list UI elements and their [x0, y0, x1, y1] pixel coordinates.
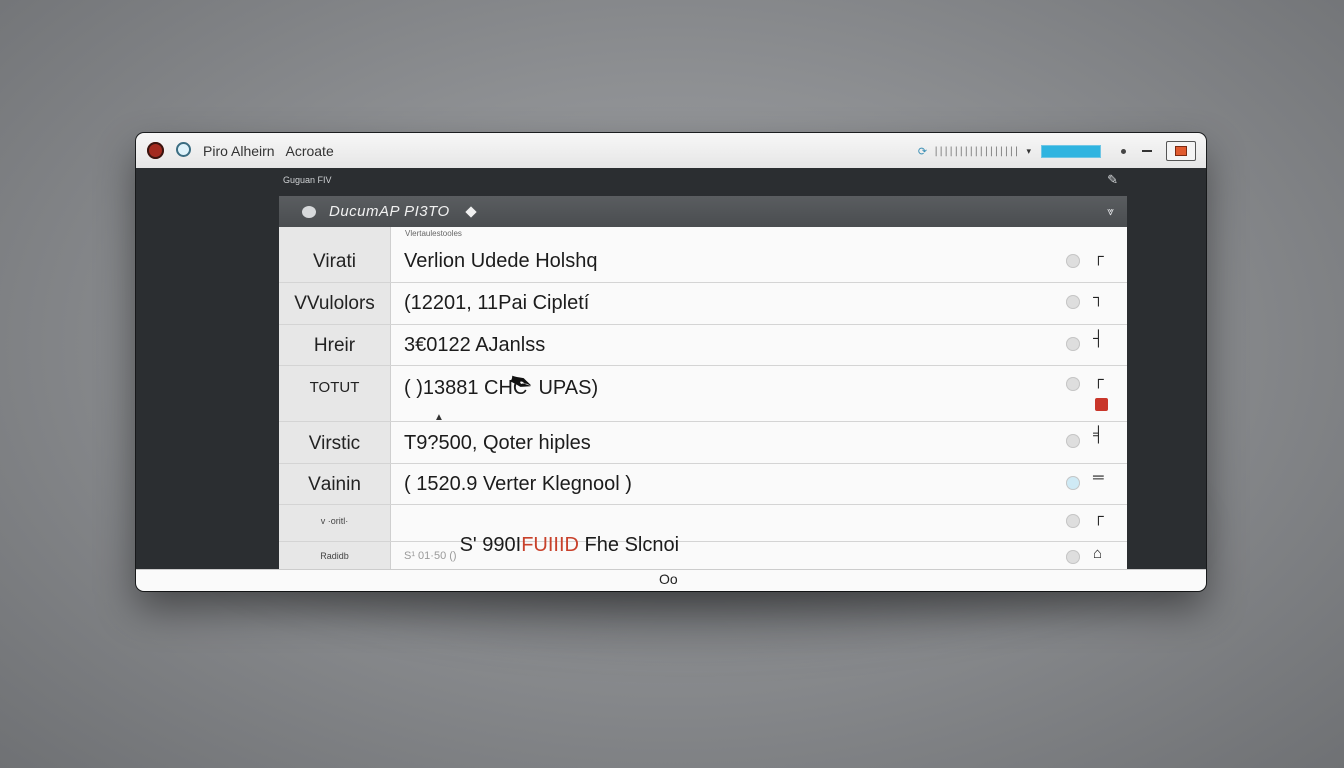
- flag-icon[interactable]: ┤: [1093, 330, 1104, 347]
- titlebar-controls: ⟳ ||||||||||||||||| ▾: [918, 140, 1196, 162]
- status-circle-icon[interactable]: [1066, 337, 1080, 351]
- dropdown-caret-icon[interactable]: ▾: [1026, 146, 1031, 157]
- breadcrumb[interactable]: Guguan FIV: [283, 175, 332, 185]
- chevron-down-icon[interactable]: ⩔: [1107, 204, 1114, 219]
- row-label: Hreir: [313, 335, 356, 356]
- row-label: Radidb: [320, 551, 349, 561]
- status-bar: Oo: [136, 569, 1206, 591]
- level-gauge: |||||||||||||||||: [933, 145, 1019, 157]
- flag-icon[interactable]: ┐: [1093, 289, 1104, 306]
- maximize-icon: [1175, 146, 1187, 156]
- minimize-button[interactable]: [176, 142, 191, 157]
- row-label: Virati: [313, 251, 356, 272]
- status-circle-icon[interactable]: [1066, 476, 1080, 490]
- title-bar: Piro Alheirn Acroate ⟳ |||||||||||||||||…: [136, 133, 1206, 169]
- table-row[interactable]: TOTUT ( )13881 CHC UPAS) ✒ ▲ ┌: [279, 364, 1127, 423]
- row-value: ( )13881 CHC UPAS): [404, 377, 599, 399]
- alert-badge[interactable]: [1095, 398, 1108, 411]
- flag-icon[interactable]: ═: [1093, 469, 1104, 486]
- lock-icon[interactable]: ⌂: [1093, 545, 1102, 562]
- table-row[interactable]: v ·oritl· S' 990IFUIIID Fhe Slcnoi ┌: [279, 505, 1127, 556]
- column-subheader: Vlertaulestooles: [405, 229, 462, 238]
- maximize-button[interactable]: [1166, 141, 1196, 161]
- table-row[interactable]: VVulolors (12201, 11Pai Cipletí ┐: [279, 283, 1127, 325]
- close-button[interactable]: [147, 142, 164, 159]
- row-value: Verlion Udede Holshq: [404, 250, 598, 272]
- flag-icon[interactable]: ┌: [1093, 371, 1104, 388]
- refresh-icon[interactable]: ⟳: [918, 145, 927, 158]
- row-label: TOTUT: [309, 379, 360, 396]
- row-label: Virstic: [308, 433, 361, 454]
- row-value: ( 1520.9 Verter Klegnool ): [404, 473, 632, 495]
- panel-title: DucumAP PI3TO: [329, 203, 450, 220]
- status-circle-icon[interactable]: [1066, 514, 1080, 528]
- pen-icon[interactable]: ✎: [1107, 172, 1118, 188]
- row-value: T9?500, Qoter hiples: [404, 432, 591, 454]
- table-row[interactable]: Virstic T9?500, Qoter hiples ╡: [279, 422, 1127, 464]
- panel-header: DucumAP PI3TO ⩔: [279, 196, 1127, 227]
- minimize-icon[interactable]: [1142, 150, 1152, 152]
- row-label: v ·oritl·: [320, 516, 349, 526]
- status-circle-icon[interactable]: [1066, 550, 1080, 564]
- dot-icon[interactable]: [1121, 148, 1126, 154]
- status-circle-icon[interactable]: [1066, 295, 1080, 309]
- table-row[interactable]: Radidb S¹ 01·50 () ⌂: [279, 542, 1127, 570]
- status-circle-icon[interactable]: [1066, 377, 1080, 391]
- app-window: Piro Alheirn Acroate ⟳ |||||||||||||||||…: [136, 133, 1206, 591]
- status-circle-icon[interactable]: [1066, 254, 1080, 268]
- details-panel: DucumAP PI3TO ⩔ Vlertaulestooles Virati …: [279, 196, 1127, 570]
- diamond-icon[interactable]: [465, 205, 477, 218]
- status-circle-icon[interactable]: [1066, 434, 1080, 448]
- row-value: S¹ 01·50 (): [404, 550, 457, 562]
- table-row[interactable]: Vаinin ( 1520.9 Verter Klegnool ) ═: [279, 464, 1127, 505]
- table-row[interactable]: Hreir 3€0122 AJanlss ┤: [279, 325, 1127, 366]
- row-value: 3€0122 AJanlss: [404, 334, 546, 356]
- content-area: Guguan FIV ✎ DucumAP PI3TO ⩔ Vlertaulest…: [136, 168, 1206, 570]
- flag-icon[interactable]: ┌: [1093, 508, 1104, 525]
- table-row[interactable]: Virati Verlion Udede Holshq ┌: [279, 240, 1127, 283]
- row-value: (12201, 11Pai Cipletí: [404, 292, 590, 314]
- row-label: VVulolors: [294, 293, 375, 314]
- window-title: Piro Alheirn Acroate: [203, 143, 334, 159]
- flag-icon[interactable]: ┌: [1093, 248, 1104, 265]
- row-label: Vаinin: [308, 474, 361, 495]
- panel-dot-icon[interactable]: [302, 205, 316, 218]
- status-icon[interactable]: Oo: [659, 571, 678, 587]
- progress-bar: [1041, 144, 1101, 158]
- flag-icon[interactable]: ╡: [1093, 426, 1104, 443]
